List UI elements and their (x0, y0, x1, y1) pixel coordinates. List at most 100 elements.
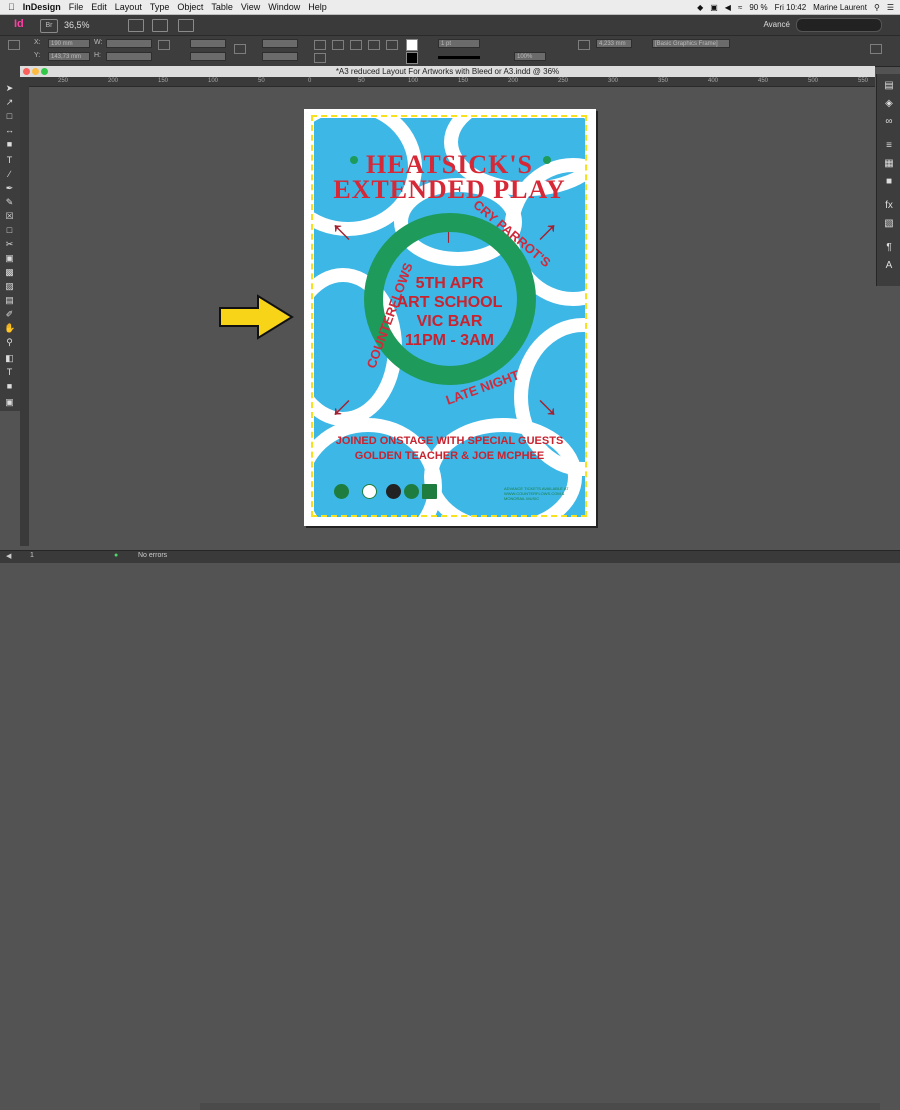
menu-table[interactable]: Table (211, 0, 233, 14)
preflight-status[interactable]: No errors (138, 552, 167, 559)
stroke-type-select[interactable] (438, 56, 480, 59)
control-menu-icon[interactable] (870, 44, 882, 54)
horizontal-ruler[interactable]: 250 200 150 100 50 0 50 100 150 200 250 300 350 400 45… (20, 77, 875, 87)
stroke-weight-field[interactable]: 1 pt (438, 39, 480, 48)
menu-app-name[interactable]: InDesign (23, 0, 61, 14)
screen-mode-tool-icon[interactable]: ▣ (4, 397, 15, 407)
wifi-icon[interactable]: ≈ (738, 3, 742, 12)
ruler-tick: 200 (508, 78, 519, 84)
flip-icon[interactable] (314, 53, 326, 63)
content-collector-icon[interactable]: ■ (4, 139, 15, 149)
search-input[interactable] (796, 18, 882, 32)
reference-point-icon[interactable] (8, 40, 20, 50)
h-field[interactable] (106, 52, 152, 61)
object-style-select[interactable]: [Basic Graphics Frame] (652, 39, 730, 48)
fitting-icon[interactable] (578, 40, 590, 50)
line-tool-icon[interactable]: ∕ (4, 169, 15, 179)
workspace-switcher[interactable]: Avancé (763, 18, 790, 32)
menu-layout[interactable]: Layout (115, 0, 142, 14)
menu-edit[interactable]: Edit (91, 0, 107, 14)
selection-tool-icon[interactable]: ➤ (4, 83, 15, 93)
horizontal-scrollbar[interactable] (200, 1103, 880, 1110)
bridge-button[interactable]: Br (40, 19, 58, 33)
links-panel-icon[interactable]: ∞ (883, 116, 895, 128)
scale-x-field[interactable] (190, 39, 226, 48)
direct-selection-tool-icon[interactable]: ↗ (4, 97, 15, 107)
select-next-icon[interactable] (386, 40, 398, 50)
text-wrap-panel-icon[interactable]: ▧ (883, 218, 895, 230)
notifications-icon[interactable]: ☰ (887, 3, 894, 12)
h-label: H: (94, 52, 101, 59)
document-page[interactable]: HEATSICK'S EXTENDED PLAY ↑ ↑ ↑ ↑ ↑ CRY P… (304, 109, 596, 526)
menu-type[interactable]: Type (150, 0, 170, 14)
color-panel-icon[interactable]: ■ (883, 176, 895, 188)
constrain-proportions-icon[interactable] (158, 40, 170, 50)
scissors-tool-icon[interactable]: ✂ (4, 239, 15, 249)
menu-window[interactable]: Window (268, 0, 300, 14)
gradient-feather-tool-icon[interactable]: ▨ (4, 281, 15, 291)
effects-panel-icon[interactable]: fx (883, 200, 895, 212)
zoom-level[interactable]: 36,5% (64, 18, 90, 32)
fill-stroke-icon[interactable]: ◧ (4, 353, 15, 363)
menu-object[interactable]: Object (177, 0, 203, 14)
shear-field[interactable] (262, 52, 298, 61)
select-previous-icon[interactable] (368, 40, 380, 50)
close-window-icon[interactable] (23, 68, 30, 75)
zoom-window-icon[interactable] (41, 68, 48, 75)
link-icon[interactable] (234, 44, 246, 54)
rotate-icon[interactable] (314, 40, 326, 50)
w-field[interactable] (106, 39, 152, 48)
opacity-field[interactable]: 100% (514, 52, 546, 61)
spotlight-icon[interactable]: ⚲ (874, 3, 880, 12)
menu-help[interactable]: Help (308, 0, 327, 14)
eyedropper-tool-icon[interactable]: ✐ (4, 309, 15, 319)
apple-icon[interactable]:  (8, 0, 15, 14)
apply-color-icon[interactable]: ■ (4, 381, 15, 391)
gradient-swatch-tool-icon[interactable]: ▩ (4, 267, 15, 277)
character-styles-panel-icon[interactable]: A (883, 260, 895, 272)
y-field[interactable]: 143,73 mm (48, 52, 90, 61)
swatches-panel-icon[interactable]: ▦ (883, 158, 895, 170)
rectangle-tool-icon[interactable]: □ (4, 225, 15, 235)
hand-tool-icon[interactable]: ✋ (4, 323, 15, 333)
preflight-status-icon[interactable]: ● (114, 552, 118, 559)
clock[interactable]: Fri 10:42 (775, 3, 807, 12)
arrange-documents-icon[interactable] (178, 19, 194, 32)
rotation-field[interactable] (262, 39, 298, 48)
type-tool-icon[interactable]: T (4, 155, 15, 165)
user-name[interactable]: Marine Laurent (813, 3, 867, 12)
stroke-panel-icon[interactable]: ≡ (883, 140, 895, 152)
pencil-tool-icon[interactable]: ✎ (4, 197, 15, 207)
display-icon[interactable]: ▣ (710, 3, 718, 12)
menu-file[interactable]: File (69, 0, 84, 14)
note-tool-icon[interactable]: ▤ (4, 295, 15, 305)
volume-icon[interactable]: ◀ (725, 3, 731, 12)
page-number-field[interactable]: 1 (30, 552, 34, 559)
vertical-ruler[interactable] (20, 86, 29, 546)
x-field[interactable]: 190 mm (48, 39, 90, 48)
select-content-icon[interactable] (350, 40, 362, 50)
select-container-icon[interactable] (332, 40, 344, 50)
ruler-tick: 450 (758, 78, 769, 84)
dropbox-icon[interactable]: ◆ (697, 3, 703, 12)
layers-panel-icon[interactable]: ◈ (883, 98, 895, 110)
page-tool-icon[interactable]: □ (4, 111, 15, 121)
first-page-icon[interactable]: ◀ (6, 552, 11, 560)
pages-panel-icon[interactable]: ▤ (883, 80, 895, 92)
gap-tool-icon[interactable]: ↔ (4, 125, 15, 135)
view-options-icon[interactable] (128, 19, 144, 32)
stroke-swatch[interactable] (406, 52, 418, 64)
menu-view[interactable]: View (241, 0, 260, 14)
minimize-window-icon[interactable] (32, 68, 39, 75)
scale-y-field[interactable] (190, 52, 226, 61)
fill-swatch[interactable] (406, 39, 418, 51)
reference-field[interactable]: 4,233 mm (596, 39, 632, 48)
pen-tool-icon[interactable]: ✒ (4, 183, 15, 193)
rectangle-frame-tool-icon[interactable]: ☒ (4, 211, 15, 221)
paragraph-styles-panel-icon[interactable]: ¶ (883, 242, 895, 254)
screen-mode-icon[interactable] (152, 19, 168, 32)
free-transform-tool-icon[interactable]: ▣ (4, 253, 15, 263)
formatting-affects-icon[interactable]: T (4, 367, 15, 377)
battery-level[interactable]: 90 % (749, 3, 767, 12)
zoom-tool-icon[interactable]: ⚲ (4, 337, 15, 347)
